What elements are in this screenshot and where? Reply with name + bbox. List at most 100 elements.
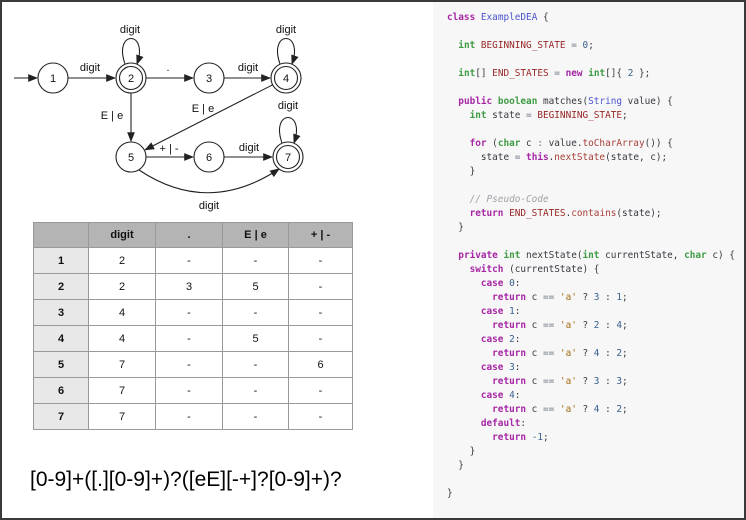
- code-token: [447, 208, 470, 219]
- code-token: contains: [571, 208, 616, 219]
- code-token: switch: [470, 264, 504, 275]
- code-token: :: [520, 418, 526, 429]
- code-token: int: [470, 110, 487, 121]
- transition-edge: [278, 39, 295, 65]
- code-token: :: [599, 404, 616, 415]
- code-token: [447, 320, 492, 331]
- table-cell: -: [223, 352, 289, 378]
- table-cell: -: [289, 326, 353, 352]
- table-row: 44-5-: [34, 326, 353, 352]
- code-line: }: [447, 165, 744, 179]
- code-line: [447, 53, 744, 67]
- table-cell: 2: [89, 274, 156, 300]
- edge-label: .: [166, 62, 169, 74]
- code-token: []{: [605, 68, 628, 79]
- code-line: private int nextState(int currentState, …: [447, 249, 744, 263]
- code-token: state: [447, 152, 515, 163]
- table-row: 77---: [34, 404, 353, 430]
- code-token: return: [470, 208, 504, 219]
- code-token: BEGINNING_STATE: [537, 110, 622, 121]
- code-line: [447, 179, 744, 193]
- code-token: case: [481, 334, 504, 345]
- state-label: 7: [285, 152, 291, 164]
- code-token: ==: [543, 348, 554, 359]
- code-token: [447, 110, 470, 121]
- state-label: 3: [206, 73, 212, 85]
- regex-text: [0-9]+([.][0-9]+)?([eE][-+]?[0-9]+)?: [30, 468, 342, 492]
- code-line: return c == 'a' ? 4 : 2;: [447, 347, 744, 361]
- code-token: }: [447, 488, 453, 499]
- code-line: return c == 'a' ? 2 : 4;: [447, 319, 744, 333]
- transition-table-header: digit.E | e+ | -: [34, 223, 353, 248]
- code-token: private: [458, 250, 498, 261]
- code-token: ==: [543, 404, 554, 415]
- table-cell: -: [223, 300, 289, 326]
- table-cell: 3: [156, 274, 223, 300]
- code-token: c) {: [707, 250, 735, 261]
- code-token: c: [526, 320, 543, 331]
- code-token: ;: [622, 292, 628, 303]
- code-token: 'a': [560, 320, 577, 331]
- table-cell: -: [156, 248, 223, 274]
- code-token: };: [633, 68, 650, 79]
- edge-label: digit: [120, 24, 140, 36]
- code-line: [447, 123, 744, 137]
- state-label: 2: [128, 73, 134, 85]
- edge-label: digit: [238, 62, 258, 74]
- table-cell: -: [223, 404, 289, 430]
- edge-label: E | e: [192, 103, 214, 115]
- code-token: (: [487, 138, 498, 149]
- code-line: int[] END_STATES = new int[]{ 2 };: [447, 67, 744, 81]
- code-line: return c == 'a' ? 4 : 2;: [447, 403, 744, 417]
- state-label: 1: [50, 73, 56, 85]
- table-cell: 2: [89, 248, 156, 274]
- table-cell: -: [156, 352, 223, 378]
- code-token: return: [492, 292, 526, 303]
- code-token: ?: [577, 292, 594, 303]
- code-block: class ExampleDEA { int BEGINNING_STATE =…: [447, 11, 744, 501]
- column-header: [34, 223, 89, 248]
- code-token: ;: [543, 432, 549, 443]
- code-token: ;: [622, 110, 628, 121]
- code-token: ;: [622, 404, 628, 415]
- edge-label: digit: [276, 24, 296, 36]
- code-token: :: [515, 278, 521, 289]
- table-cell: -: [289, 248, 353, 274]
- code-token: case: [481, 306, 504, 317]
- code-line: case 1:: [447, 305, 744, 319]
- code-token: [447, 390, 481, 401]
- code-token: String: [588, 96, 622, 107]
- table-row: 34---: [34, 300, 353, 326]
- code-token: ExampleDEA: [481, 12, 537, 23]
- code-token: :: [599, 348, 616, 359]
- code-token: 'a': [560, 404, 577, 415]
- code-line: return END_STATES.contains(state);: [447, 207, 744, 221]
- code-token: [447, 432, 492, 443]
- table-cell: 7: [89, 378, 156, 404]
- code-token: ==: [543, 376, 554, 387]
- code-token: }: [447, 446, 475, 457]
- table-cell: -: [156, 326, 223, 352]
- code-line: return -1;: [447, 431, 744, 445]
- code-token: [447, 348, 492, 359]
- code-token: ;: [622, 376, 628, 387]
- state-label: 4: [283, 73, 289, 85]
- state-label: 5: [128, 152, 134, 164]
- code-line: case 3:: [447, 361, 744, 375]
- code-token: (currentState) {: [503, 264, 599, 275]
- code-token: nextState: [554, 152, 605, 163]
- table-cell: 7: [89, 404, 156, 430]
- table-cell: -: [156, 404, 223, 430]
- code-token: END_STATES: [509, 208, 565, 219]
- code-line: [447, 25, 744, 39]
- transition-edge: [145, 85, 272, 150]
- code-line: }: [447, 445, 744, 459]
- code-token: return: [492, 348, 526, 359]
- code-token: 'a': [560, 376, 577, 387]
- code-line: [447, 473, 744, 487]
- code-token: value.: [543, 138, 583, 149]
- code-token: return: [492, 404, 526, 415]
- code-token: :: [599, 320, 616, 331]
- code-token: :: [515, 306, 521, 317]
- code-line: for (char c : value.toCharArray()) {: [447, 137, 744, 151]
